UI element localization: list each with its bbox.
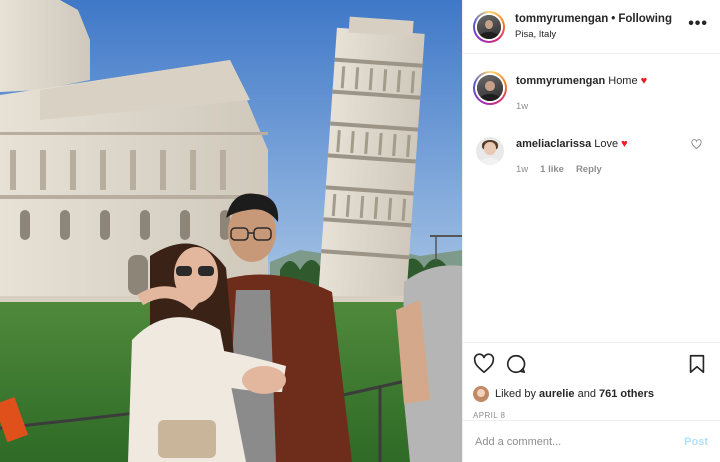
more-horizontal-icon[interactable]: ••• (688, 15, 708, 32)
reply-button[interactable]: Reply (576, 164, 602, 175)
avatar (477, 14, 501, 39)
avatar (477, 75, 503, 101)
comment-username[interactable]: tommyrumengan (516, 75, 605, 87)
following-button[interactable]: Following (618, 13, 672, 25)
comment-like-heart-icon[interactable] (691, 139, 702, 150)
heart-icon[interactable] (473, 353, 495, 375)
comment-text: Home (608, 75, 638, 87)
author-username[interactable]: tommyrumengan (515, 13, 608, 25)
comments-list: tommyrumengan Home ♥ 1w ameliaclarissa Lov… (463, 55, 720, 342)
post-button[interactable]: Post (684, 436, 708, 448)
liker-username[interactable]: aurelie (539, 388, 574, 400)
likes-others-count[interactable]: 761 others (599, 388, 654, 400)
red-heart-emoji-icon: ♥ (621, 137, 628, 150)
add-comment-bar: Post (463, 420, 720, 462)
story-ring[interactable] (473, 10, 505, 43)
post-actions: Liked by aurelie and 761 others APRIL 8 (463, 342, 720, 420)
comment-username[interactable]: ameliaclarissa (516, 138, 591, 150)
liker-avatar[interactable] (473, 386, 489, 402)
post-date[interactable]: APRIL 8 (473, 411, 708, 420)
post-side-panel: tommyrumengan • Following Pisa, Italy ••• … (462, 0, 720, 462)
comment-age[interactable]: 1w (516, 164, 528, 175)
likes-summary: Liked by aurelie and 761 others (473, 386, 708, 402)
comment-avatar-ring[interactable] (473, 71, 507, 105)
post-photo-illustration (0, 0, 462, 462)
avatar[interactable] (476, 136, 504, 165)
comment-item: ameliaclarissa Love ♥ 1w 1 like Reply (473, 134, 708, 175)
post-header: tommyrumengan • Following Pisa, Italy ••• (463, 0, 720, 54)
liked-by-label: Liked by (495, 388, 536, 400)
add-comment-input[interactable] (475, 435, 685, 448)
location-link[interactable]: Pisa, Italy (515, 29, 688, 40)
comment-text: Love (594, 137, 619, 150)
likes-conjunction: and (577, 388, 596, 400)
separator-dot: • (611, 12, 616, 25)
bookmark-icon[interactable] (686, 353, 708, 375)
comment-icon[interactable] (505, 353, 527, 375)
comment-likes-count[interactable]: 1 like (540, 164, 564, 175)
comment-item: tommyrumengan Home ♥ 1w (473, 71, 708, 112)
post-photo[interactable] (0, 0, 462, 462)
red-heart-emoji-icon: ♥ (640, 75, 648, 87)
comment-age[interactable]: 1w (516, 101, 528, 112)
